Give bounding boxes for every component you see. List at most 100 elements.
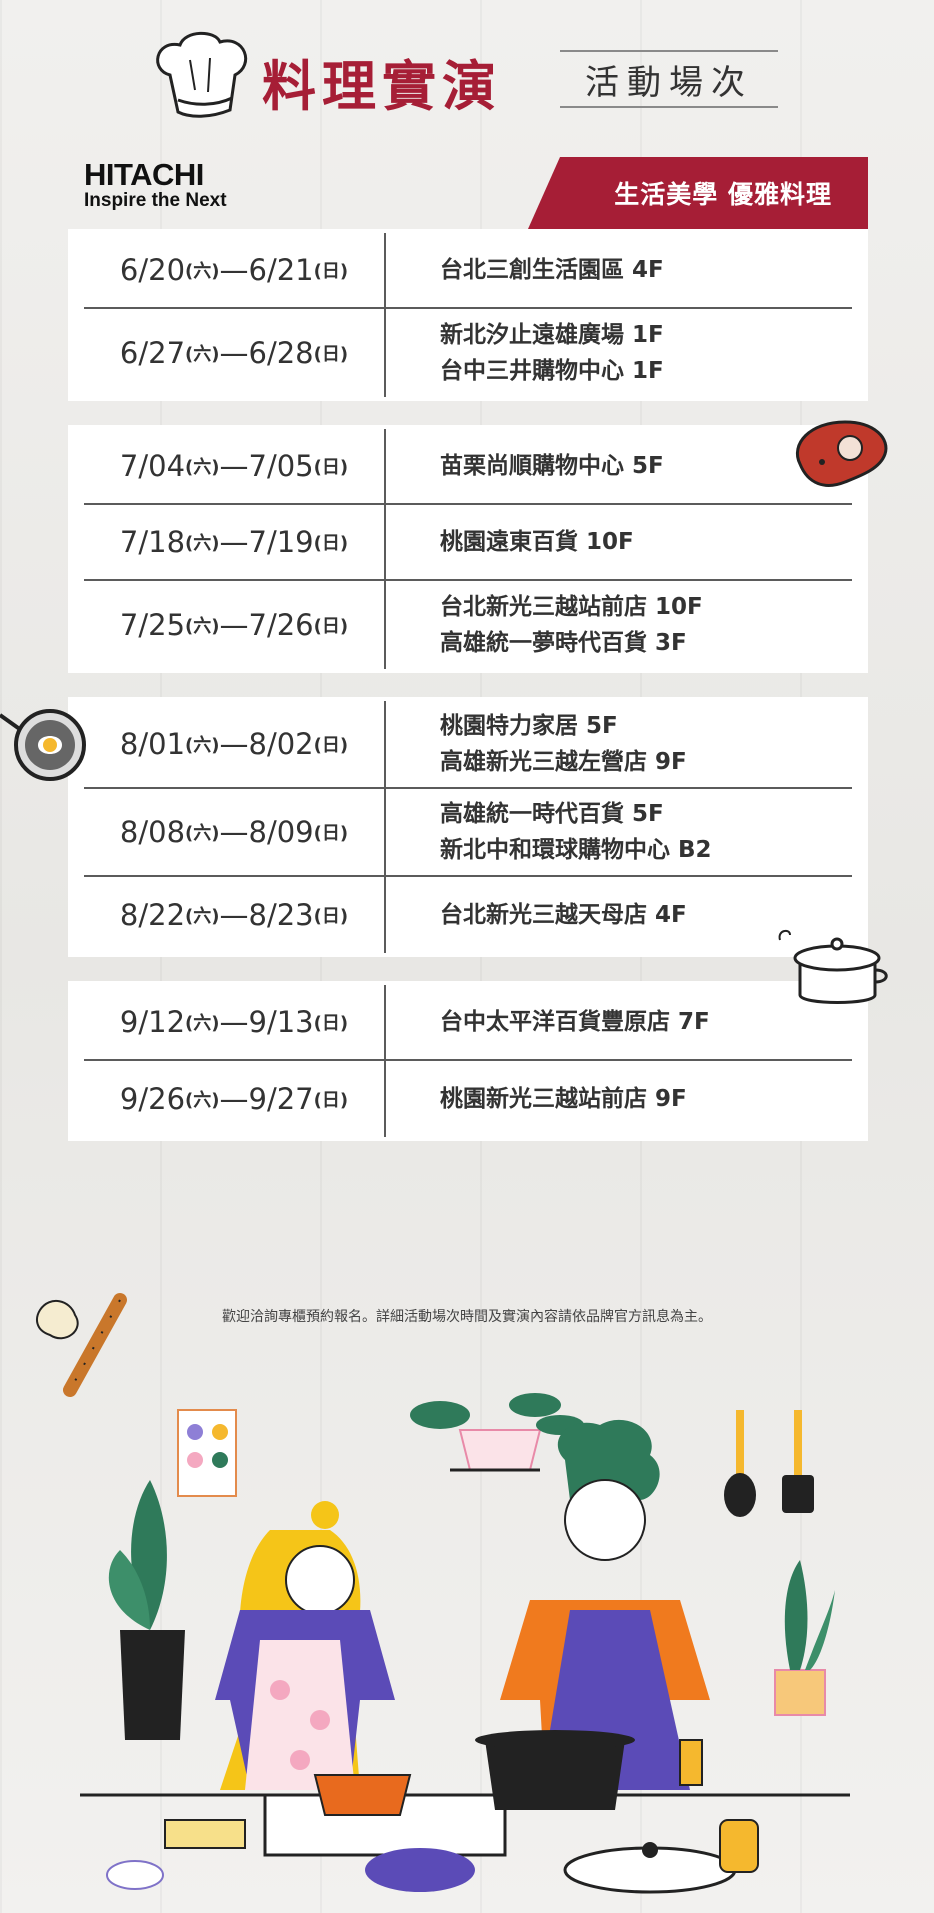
schedule-row: 9/12 (六) —9/13 (日) 台中太平洋百貨豐原店 7F [84,985,852,1061]
end-date: 6/21 [248,253,314,287]
date-dash: — [219,898,249,932]
event-locations: 桃園新光三越站前店 9F [386,1061,852,1137]
event-date-range: 9/26 (六) —9/27 (日) [84,1061,386,1137]
date-dash: — [219,815,249,849]
event-date-range: 7/25 (六) —7/26 (日) [84,581,386,669]
schedule-row: 7/25 (六) —7/26 (日) 台北新光三越站前店 10F 高雄統一夢時代百貨 3F [84,581,852,669]
end-weekday: (日) [313,616,349,637]
steak-icon [795,420,888,487]
start-date: 6/20 [119,253,186,287]
event-location: 台中三井購物中心 1F [440,358,664,384]
date-dash: — [219,608,249,642]
end-weekday: (日) [313,823,349,844]
date-dash: — [219,525,249,559]
chef-hat-icon [156,31,248,118]
event-location: 新北中和環球購物中心 B2 [440,837,712,863]
page-title: 料理實演 [262,55,502,118]
date-dash: — [219,336,249,370]
schedule-block: 8/01 (六) —8/02 (日) 桃園特力家居 5F 高雄新光三越左營店 9F 8/08… [68,697,868,957]
start-weekday: (六) [185,1090,220,1111]
event-locations: 台北新光三越站前店 10F 高雄統一夢時代百貨 3F [386,581,852,669]
schedule-block: 6/20 (六) —6/21 (日) 台北三創生活園區 4F 6/27 (六) —6/28 (日… [68,229,868,401]
date-dash: — [219,1005,249,1039]
schedule-row: 7/18 (六) —7/19 (日) 桃園遠東百貨 10F [84,505,852,581]
start-weekday: (六) [185,1013,220,1034]
schedule-row: 8/22 (六) —8/23 (日) 台北新光三越天母店 4F [84,877,852,953]
end-weekday: (日) [313,261,349,282]
end-date: 9/13 [248,1005,314,1039]
cooking-couple-illustration [80,1393,850,1894]
event-location: 高雄統一時代百貨 5F [440,801,664,827]
schedule-row: 9/26 (六) —9/27 (日) 桃園新光三越站前店 9F [84,1061,852,1137]
event-location: 桃園特力家居 5F [440,713,618,739]
end-date: 7/26 [248,608,314,642]
start-date: 8/08 [119,815,186,849]
end-weekday: (日) [313,344,349,365]
start-weekday: (六) [185,533,220,554]
end-weekday: (日) [313,533,349,554]
event-locations: 高雄統一時代百貨 5F 新北中和環球購物中心 B2 [386,789,852,875]
start-date: 6/27 [119,336,186,370]
event-date-range: 7/04 (六) —7/05 (日) [84,429,386,503]
schedule-row: 6/20 (六) —6/21 (日) 台北三創生活園區 4F [84,233,852,309]
start-date: 7/04 [119,449,186,483]
event-location: 台北新光三越站前店 10F [440,594,703,620]
end-weekday: (日) [313,457,349,478]
brand-tagline: Inspire the Next [84,190,227,211]
event-date-range: 8/01 (六) —8/02 (日) [84,701,386,787]
schedule-table: 6/20 (六) —6/21 (日) 台北三創生活園區 4F 6/27 (六) —6/28 (日… [68,229,868,1165]
frying-pan-egg-icon [0,709,86,781]
schedule-block: 9/12 (六) —9/13 (日) 台中太平洋百貨豐原店 7F 9/26 (六) —9/27… [68,981,868,1141]
end-date: 8/09 [248,815,314,849]
event-locations: 新北汐止遠雄廣場 1F 台中三井購物中心 1F [386,309,852,397]
header: 料理實演 活動場次 [0,0,934,140]
brand-name: HITACHI [84,157,204,192]
event-date-range: 6/20 (六) —6/21 (日) [84,233,386,307]
event-date-range: 9/12 (六) —9/13 (日) [84,985,386,1059]
event-location: 桃園遠東百貨 10F [440,529,634,555]
event-date-range: 8/08 (六) —8/09 (日) [84,789,386,875]
start-date: 7/25 [119,608,186,642]
event-location: 高雄新光三越左營店 9F [440,749,687,775]
schedule-row: 7/04 (六) —7/05 (日) 苗栗尚順購物中心 5F [84,429,852,505]
start-weekday: (六) [185,906,220,927]
date-dash: — [219,1082,249,1116]
end-weekday: (日) [313,906,349,927]
start-weekday: (六) [185,344,220,365]
start-weekday: (六) [185,823,220,844]
start-weekday: (六) [185,735,220,756]
event-locations: 苗栗尚順購物中心 5F [386,429,852,503]
event-location: 新北汐止遠雄廣場 1F [440,322,664,348]
event-location: 高雄統一夢時代百貨 3F [440,630,687,656]
start-date: 8/01 [119,727,186,761]
end-date: 8/02 [248,727,314,761]
date-dash: — [219,253,249,287]
pot-icon [778,929,888,1004]
start-date: 8/22 [119,898,186,932]
end-date: 7/19 [248,525,314,559]
start-date: 9/26 [119,1082,186,1116]
date-dash: — [219,449,249,483]
schedule-block: 7/04 (六) —7/05 (日) 苗栗尚順購物中心 5F 7/18 (六) —7/19 (日… [68,425,868,673]
date-dash: — [219,727,249,761]
schedule-row: 8/01 (六) —8/02 (日) 桃園特力家居 5F 高雄新光三越左營店 9F [84,701,852,789]
end-date: 8/23 [248,898,314,932]
footnote: 歡迎洽詢專櫃預約報名。詳細活動場次時間及實演內容請依品牌官方訊息為主。 [222,1309,712,1325]
end-weekday: (日) [313,735,349,756]
start-date: 9/12 [119,1005,186,1039]
start-date: 7/18 [119,525,186,559]
brand-logo: HITACHI Inspire the Next [84,157,264,212]
end-date: 9/27 [248,1082,314,1116]
event-date-range: 8/22 (六) —8/23 (日) [84,877,386,953]
event-locations: 台北三創生活園區 4F [386,233,852,307]
page-subtitle: 活動場次 [560,50,778,108]
start-weekday: (六) [185,261,220,282]
end-weekday: (日) [313,1013,349,1034]
schedule-row: 8/08 (六) —8/09 (日) 高雄統一時代百貨 5F 新北中和環球購物中心 B2 [84,789,852,877]
event-locations: 桃園特力家居 5F 高雄新光三越左營店 9F [386,701,852,787]
event-date-range: 6/27 (六) —6/28 (日) [84,309,386,397]
event-location: 台北三創生活園區 4F [440,257,664,283]
schedule-row: 6/27 (六) —6/28 (日) 新北汐止遠雄廣場 1F 台中三井購物中心 1F [84,309,852,397]
event-date-range: 7/18 (六) —7/19 (日) [84,505,386,579]
end-weekday: (日) [313,1090,349,1111]
